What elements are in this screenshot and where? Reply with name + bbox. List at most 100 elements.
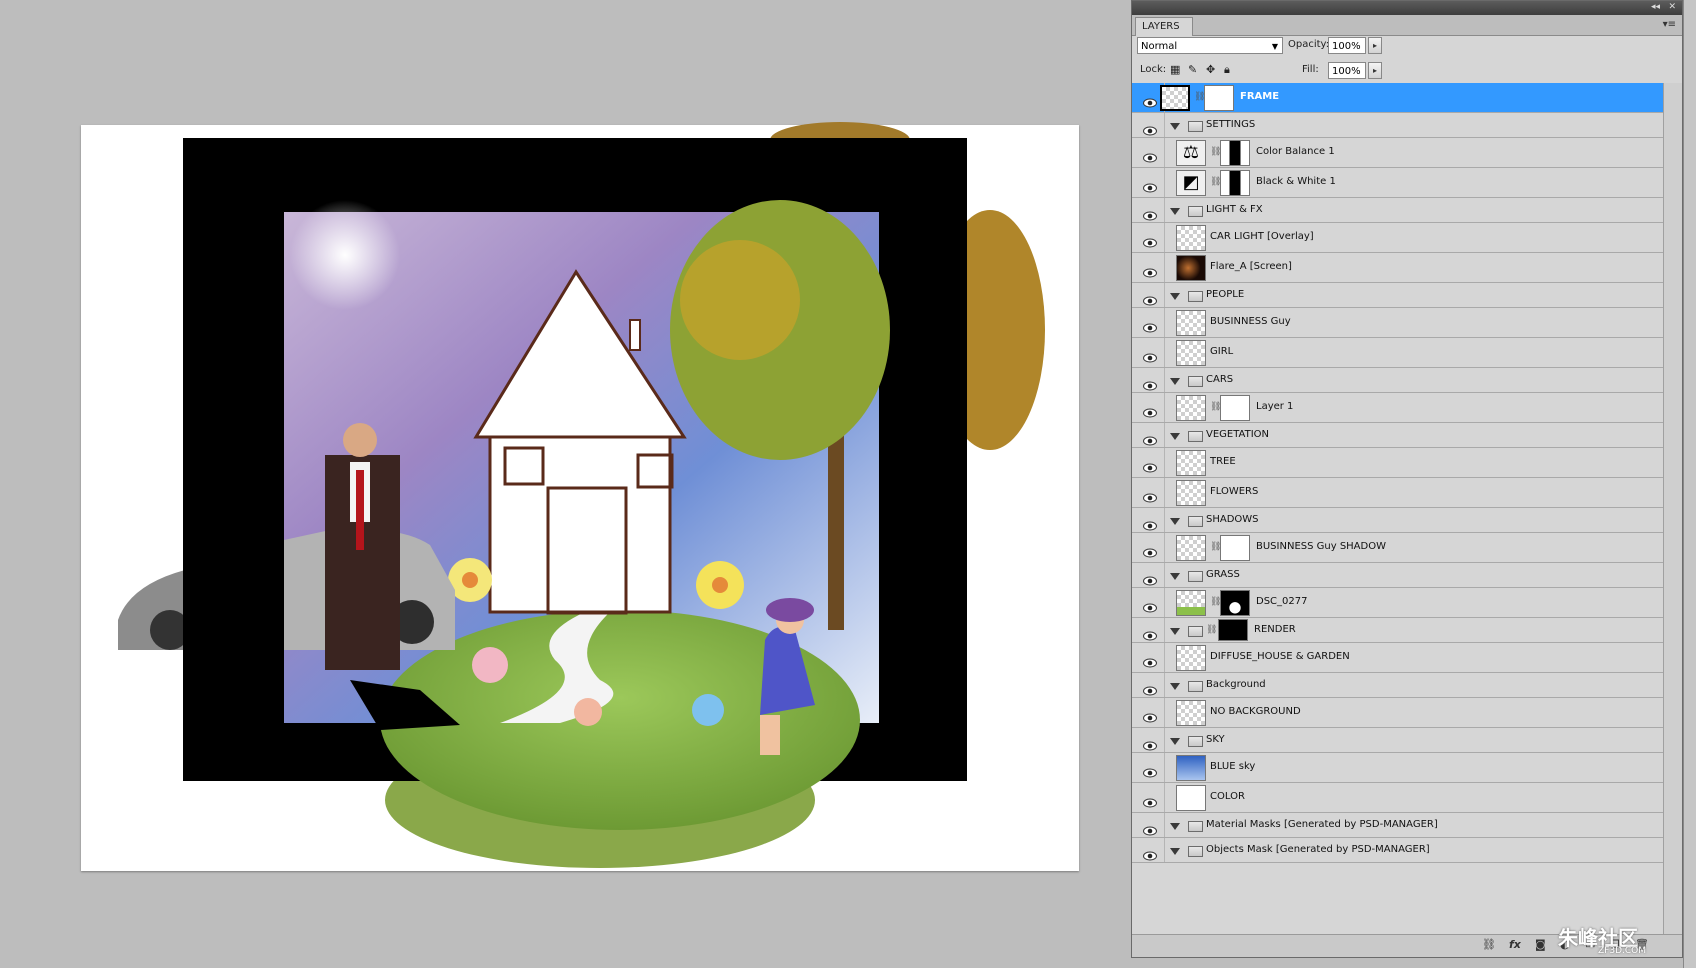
layer-thumbnail[interactable] bbox=[1176, 645, 1206, 671]
tab-layers[interactable]: LAYERS bbox=[1135, 17, 1193, 36]
layer-thumbnail[interactable] bbox=[1176, 255, 1206, 281]
visibility-eye-icon[interactable] bbox=[1143, 821, 1157, 835]
layer-thumbnail[interactable] bbox=[1176, 340, 1206, 366]
layer-group-row[interactable]: PEOPLE bbox=[1132, 283, 1663, 308]
layer-name[interactable]: VEGETATION bbox=[1206, 429, 1269, 440]
layer-group-row[interactable]: SETTINGS bbox=[1132, 113, 1663, 138]
panel-menu-icon[interactable]: ▾≡ bbox=[1663, 19, 1676, 30]
visibility-eye-icon[interactable] bbox=[1143, 793, 1157, 808]
visibility-eye-icon[interactable] bbox=[1143, 431, 1157, 445]
fill-slider-button[interactable]: ▸ bbox=[1368, 62, 1382, 79]
layer-group-row[interactable]: GRASS bbox=[1132, 563, 1663, 588]
visibility-eye-icon[interactable] bbox=[1143, 93, 1157, 108]
layer-name[interactable]: Objects Mask [Generated by PSD-MANAGER] bbox=[1206, 844, 1430, 855]
visibility-eye-icon[interactable] bbox=[1143, 403, 1157, 418]
layer-mask-thumbnail[interactable] bbox=[1204, 85, 1234, 111]
layers-scrollbar[interactable] bbox=[1663, 83, 1682, 938]
layer-thumbnail[interactable] bbox=[1176, 395, 1206, 421]
mask-icon[interactable]: ◙ bbox=[1535, 938, 1546, 951]
layer-thumbnail[interactable] bbox=[1176, 450, 1206, 476]
group-expand-icon[interactable] bbox=[1170, 737, 1180, 745]
lock-pixels-icon[interactable]: ✎ bbox=[1188, 63, 1197, 76]
layer-row[interactable]: COLOR bbox=[1132, 783, 1663, 813]
visibility-eye-icon[interactable] bbox=[1143, 846, 1157, 860]
layer-row[interactable]: ⛓ BUSINNESS Guy SHADOW bbox=[1132, 533, 1663, 563]
layer-name[interactable]: GRASS bbox=[1206, 569, 1240, 580]
layer-group-row[interactable]: CARS bbox=[1132, 368, 1663, 393]
visibility-eye-icon[interactable] bbox=[1143, 626, 1157, 640]
close-icon[interactable]: ✕ bbox=[1668, 2, 1676, 12]
layer-name[interactable]: SETTINGS bbox=[1206, 119, 1255, 130]
visibility-eye-icon[interactable] bbox=[1143, 291, 1157, 305]
layer-name[interactable]: SKY bbox=[1206, 734, 1225, 745]
layer-mask-thumbnail[interactable] bbox=[1220, 395, 1250, 421]
layer-row[interactable]: BLUE sky bbox=[1132, 753, 1663, 783]
layer-name[interactable]: FLOWERS bbox=[1210, 486, 1258, 497]
layer-name[interactable]: COLOR bbox=[1210, 791, 1245, 802]
visibility-eye-icon[interactable] bbox=[1143, 681, 1157, 695]
layer-name[interactable]: BLUE sky bbox=[1210, 761, 1255, 772]
layer-group-row[interactable]: SHADOWS bbox=[1132, 508, 1663, 533]
lock-all-icon[interactable]: 🔒︎ bbox=[1224, 63, 1230, 77]
layer-name[interactable]: GIRL bbox=[1210, 346, 1233, 357]
visibility-eye-icon[interactable] bbox=[1143, 263, 1157, 278]
layer-group-row[interactable]: Material Masks [Generated by PSD-MANAGER… bbox=[1132, 813, 1663, 838]
group-expand-icon[interactable] bbox=[1170, 207, 1180, 215]
visibility-eye-icon[interactable] bbox=[1143, 458, 1157, 473]
group-expand-icon[interactable] bbox=[1170, 627, 1180, 635]
group-expand-icon[interactable] bbox=[1170, 122, 1180, 130]
artwork[interactable] bbox=[0, 0, 1130, 968]
layer-name[interactable]: Color Balance 1 bbox=[1256, 146, 1335, 157]
lock-position-icon[interactable]: ✥ bbox=[1206, 63, 1215, 76]
layer-row[interactable]: GIRL bbox=[1132, 338, 1663, 368]
layer-name[interactable]: BUSINNESS Guy SHADOW bbox=[1256, 541, 1386, 552]
layer-row[interactable]: Flare_A [Screen] bbox=[1132, 253, 1663, 283]
layer-name[interactable]: DSC_0277 bbox=[1256, 596, 1307, 607]
visibility-eye-icon[interactable] bbox=[1143, 763, 1157, 778]
fill-input[interactable]: 100% bbox=[1328, 62, 1366, 79]
collapse-icon[interactable]: ◂◂ bbox=[1651, 2, 1660, 12]
layer-name[interactable]: LIGHT & FX bbox=[1206, 204, 1263, 215]
layer-name[interactable]: Background bbox=[1206, 679, 1266, 690]
layer-name[interactable]: DIFFUSE_HOUSE & GARDEN bbox=[1210, 651, 1350, 662]
layer-name[interactable]: FRAME bbox=[1240, 91, 1279, 102]
blend-mode-select[interactable]: Normal ▼ bbox=[1137, 37, 1283, 54]
layer-row[interactable]: ⛓ Layer 1 bbox=[1132, 393, 1663, 423]
layer-thumbnail[interactable] bbox=[1176, 535, 1206, 561]
layer-name[interactable]: Layer 1 bbox=[1256, 401, 1293, 412]
right-dock-strip[interactable] bbox=[1683, 0, 1696, 968]
layer-row[interactable]: CAR LIGHT [Overlay] bbox=[1132, 223, 1663, 253]
layer-name[interactable]: CAR LIGHT [Overlay] bbox=[1210, 231, 1314, 242]
visibility-eye-icon[interactable] bbox=[1143, 121, 1157, 135]
layer-row[interactable]: ⛓ FRAME bbox=[1132, 83, 1663, 113]
group-expand-icon[interactable] bbox=[1170, 682, 1180, 690]
layer-group-row[interactable]: LIGHT & FX bbox=[1132, 198, 1663, 223]
layer-name[interactable]: CARS bbox=[1206, 374, 1233, 385]
layer-thumbnail[interactable] bbox=[1176, 310, 1206, 336]
bw-icon[interactable]: ◩ bbox=[1176, 170, 1206, 196]
layer-thumbnail[interactable] bbox=[1176, 755, 1206, 781]
group-expand-icon[interactable] bbox=[1170, 517, 1180, 525]
opacity-input[interactable]: 100% bbox=[1328, 37, 1366, 54]
layer-thumbnail[interactable] bbox=[1176, 590, 1206, 616]
mask-link-icon[interactable]: ⛓ bbox=[1206, 625, 1217, 635]
visibility-eye-icon[interactable] bbox=[1143, 376, 1157, 390]
layer-group-row[interactable]: Objects Mask [Generated by PSD-MANAGER] bbox=[1132, 838, 1663, 863]
group-expand-icon[interactable] bbox=[1170, 432, 1180, 440]
group-mask-thumbnail[interactable] bbox=[1218, 619, 1248, 641]
layer-name[interactable]: Material Masks [Generated by PSD-MANAGER… bbox=[1206, 819, 1438, 830]
layer-row[interactable]: NO BACKGROUND bbox=[1132, 698, 1663, 728]
visibility-eye-icon[interactable] bbox=[1143, 348, 1157, 363]
group-expand-icon[interactable] bbox=[1170, 822, 1180, 830]
visibility-eye-icon[interactable] bbox=[1143, 148, 1157, 163]
visibility-eye-icon[interactable] bbox=[1143, 736, 1157, 750]
canvas-workspace[interactable] bbox=[0, 0, 1130, 968]
group-expand-icon[interactable] bbox=[1170, 572, 1180, 580]
link-icon[interactable]: ⛓ bbox=[1482, 938, 1496, 951]
layer-thumbnail[interactable] bbox=[1176, 785, 1206, 811]
layer-group-row[interactable]: ⛓ RENDER bbox=[1132, 618, 1663, 643]
layer-mask-thumbnail[interactable] bbox=[1220, 170, 1250, 196]
layer-name[interactable]: PEOPLE bbox=[1206, 289, 1244, 300]
layer-thumbnail[interactable] bbox=[1176, 480, 1206, 506]
visibility-eye-icon[interactable] bbox=[1143, 653, 1157, 668]
